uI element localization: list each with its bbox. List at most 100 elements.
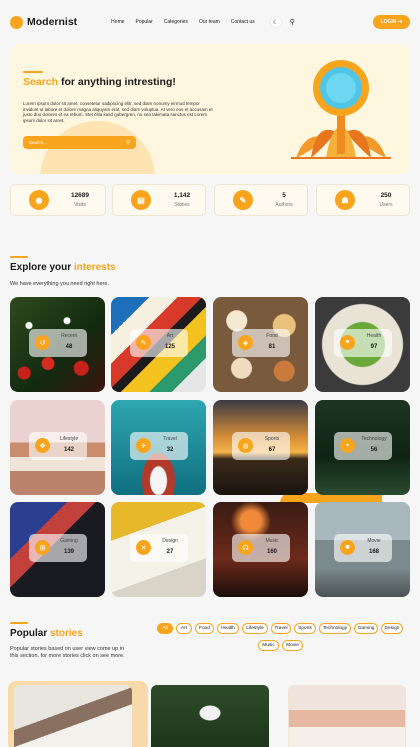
main-nav: Home Popular Categories Our team Contact… — [111, 19, 266, 25]
stat-visits: ◉ 12689 Visits — [10, 184, 106, 216]
category-label-box: ⌖ Technology 56 — [334, 432, 392, 460]
category-card-gaming[interactable]: ⊞ Gaming 139 — [10, 502, 105, 597]
eye-icon: ◉ — [29, 190, 49, 210]
popular-description: Popular stories based on user view come … — [10, 646, 125, 660]
search-icon[interactable]: ⚲ — [290, 18, 295, 26]
category-count: 81 — [268, 344, 276, 350]
category-name: Technology — [361, 436, 387, 442]
category-count: 97 — [370, 344, 378, 350]
category-count: 139 — [63, 549, 74, 555]
explore-title: Explore your interests — [10, 262, 116, 273]
stat-label: Authors — [275, 202, 293, 208]
logo-icon — [10, 15, 23, 29]
story-card-image[interactable] — [151, 685, 269, 747]
category-label-box: ⊞ Gaming 139 — [29, 534, 87, 562]
filter-chip-art[interactable]: Art — [176, 623, 192, 634]
stat-value: 250 — [380, 192, 392, 199]
category-name: Travel — [163, 436, 177, 442]
nav-home[interactable]: Home — [111, 19, 124, 25]
category-card-art[interactable]: ✎ Art 125 — [111, 297, 206, 392]
hero-title: Search for anything intresting! — [23, 76, 176, 88]
category-label-box: ♥ Health 97 — [334, 329, 392, 357]
history-icon: ↺ — [35, 335, 50, 350]
heart-icon: ♥ — [340, 335, 355, 350]
category-name: Music — [265, 538, 279, 544]
category-count: 67 — [268, 447, 276, 453]
filter-chip-music[interactable]: Music — [258, 640, 279, 651]
category-label-box: ◍ Sports 67 — [232, 432, 290, 460]
stat-label: Visits — [74, 202, 86, 208]
category-name: Movie — [367, 538, 381, 544]
category-count: 27 — [166, 549, 174, 555]
category-card-sports[interactable]: ◍ Sports 67 — [213, 400, 308, 495]
category-card-health[interactable]: ♥ Health 97 — [315, 297, 410, 392]
filter-chip-food[interactable]: Food — [195, 623, 214, 634]
search-icon[interactable]: ⚲ — [126, 140, 130, 146]
category-label-box: ✈ Travel 32 — [130, 432, 188, 460]
story-card-image[interactable] — [14, 685, 132, 747]
category-card-movie[interactable]: ■ Movie 168 — [315, 502, 410, 597]
hero-section: Search for anything intresting! Lorem ip… — [10, 44, 410, 174]
hero-accent-bar — [23, 71, 43, 73]
filter-chip-gaming[interactable]: Gaming — [354, 623, 378, 634]
category-name: Gaming — [60, 538, 78, 544]
category-label-box: ❖ Lifestyle 142 — [29, 432, 87, 460]
category-card-recent[interactable]: ↺ Recent 48 — [10, 297, 105, 392]
stat-label: Stories — [174, 202, 190, 208]
category-card-music[interactable]: ☊ Music 160 — [213, 502, 308, 597]
logo-text[interactable]: Modernist — [27, 16, 77, 28]
headphones-icon: ☊ — [238, 540, 253, 555]
stat-value: 12689 — [70, 192, 90, 199]
filter-chip-health[interactable]: Health — [217, 623, 239, 634]
design-icon: ✕ — [136, 540, 151, 555]
ball-icon: ◍ — [238, 438, 253, 453]
pen-icon: ✎ — [233, 190, 253, 210]
users-icon: ☗ — [335, 190, 355, 210]
category-card-food[interactable]: ◈ Food 81 — [213, 297, 308, 392]
popular-title: Popular stories — [10, 628, 83, 639]
filter-chip-all[interactable]: All — [157, 623, 173, 634]
category-name: Recent — [61, 333, 77, 339]
category-card-design[interactable]: ✕ Design 27 — [111, 502, 206, 597]
stat-stories: ▤ 1,142 Stories — [112, 184, 206, 216]
filter-chip-lifestyle[interactable]: Lifestyle — [242, 623, 268, 634]
nav-categories[interactable]: Categories — [164, 19, 188, 25]
category-name: Art — [166, 333, 174, 339]
category-label-box: ✕ Design 27 — [130, 534, 188, 562]
camera-icon: ■ — [340, 540, 355, 555]
category-label-box: ◈ Food 81 — [232, 329, 290, 357]
stat-value: 1,142 — [173, 192, 191, 199]
category-label-box: ↺ Recent 48 — [29, 329, 87, 357]
category-card-travel[interactable]: ✈ Travel 32 — [111, 400, 206, 495]
food-icon: ◈ — [238, 335, 253, 350]
category-card-lifestyle[interactable]: ❖ Lifestyle 142 — [10, 400, 105, 495]
magnifier-illustration — [291, 60, 391, 159]
category-count: 142 — [63, 447, 74, 453]
nav-popular[interactable]: Popular — [136, 19, 153, 25]
filter-chip-design[interactable]: Design — [381, 623, 403, 634]
explore-subtitle: We have everything you need right here. — [10, 281, 109, 287]
category-count: 32 — [166, 447, 174, 453]
category-label-box: ■ Movie 168 — [334, 534, 392, 562]
category-count: 125 — [164, 344, 175, 350]
stat-users: ☗ 250 Users — [316, 184, 410, 216]
filter-chip-movie[interactable]: Movie — [282, 640, 303, 651]
category-label-box: ☊ Music 160 — [232, 534, 290, 562]
stat-authors: ✎ 5 Authors — [214, 184, 308, 216]
filter-chip-travel[interactable]: Travel — [271, 623, 291, 634]
login-button[interactable]: LOGIN ⇥ — [372, 15, 410, 29]
moon-icon[interactable]: ☾ — [269, 16, 282, 28]
stat-label: Users — [379, 202, 393, 208]
nav-contact[interactable]: Contact us — [231, 19, 255, 25]
news-icon: ▤ — [131, 190, 151, 210]
category-name: Design — [162, 538, 178, 544]
story-card-image[interactable] — [288, 685, 406, 747]
filter-chip-sports[interactable]: Sports — [294, 623, 316, 634]
nav-our-team[interactable]: Our team — [199, 19, 220, 25]
filter-chip-technology[interactable]: Technology — [319, 623, 351, 634]
search-placeholder: Search... — [29, 140, 48, 145]
hero-search-input[interactable]: Search... ⚲ — [23, 136, 136, 149]
hero-description: Lorem ipsum dolor sit amet, consetetur s… — [23, 101, 213, 123]
category-count: 160 — [266, 549, 277, 555]
category-card-technology[interactable]: ⌖ Technology 56 — [315, 400, 410, 495]
